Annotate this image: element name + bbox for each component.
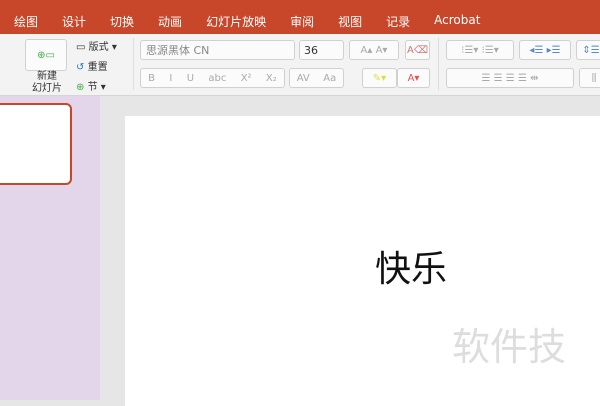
tab-animations[interactable]: 动画 xyxy=(158,13,182,30)
superscript-button[interactable]: X² xyxy=(241,73,252,84)
tab-transitions[interactable]: 切换 xyxy=(110,13,134,30)
tab-acrobat[interactable]: Acrobat xyxy=(434,13,480,30)
tab-draw[interactable]: 绘图 xyxy=(14,13,38,30)
tab-record[interactable]: 记录 xyxy=(386,13,410,30)
reset-icon: ↺ xyxy=(76,62,85,73)
spacing-buttons: AV Aa xyxy=(289,68,344,88)
tab-review[interactable]: 审阅 xyxy=(290,13,314,30)
bold-button[interactable]: B xyxy=(148,73,155,84)
new-slide-button[interactable]: ⊕▭ xyxy=(25,39,67,71)
strikethrough-button[interactable]: abc xyxy=(208,73,226,84)
font-size-select[interactable]: 36 xyxy=(299,40,344,60)
tab-view[interactable]: 视图 xyxy=(338,13,362,30)
ribbon: ⊕▭ 新建 幻灯片 ▭ 版式 ▾ ↺ 重置 ⊕ 节 ▾ 思源黑体 CN 36 A… xyxy=(0,34,600,96)
title-bar: 绘图 设计 切换 动画 幻灯片放映 审阅 视图 记录 Acrobat xyxy=(0,0,600,34)
subscript-button[interactable]: X₂ xyxy=(266,73,277,84)
tab-slideshow[interactable]: 幻灯片放映 xyxy=(206,13,266,30)
font-name-select[interactable]: 思源黑体 CN xyxy=(140,40,295,60)
indent-buttons[interactable]: ◂☰ ▸☰ xyxy=(519,40,571,60)
new-slide-icon: ⊕▭ xyxy=(37,49,55,61)
tab-design[interactable]: 设计 xyxy=(62,13,86,30)
clear-format-icon[interactable]: A⌫ xyxy=(405,40,430,60)
align-buttons[interactable]: ☰ ☰ ☰ ☰ ⇹ xyxy=(446,68,574,88)
font-size-buttons[interactable]: A▴ A▾ xyxy=(349,40,399,60)
italic-button[interactable]: I xyxy=(169,73,172,84)
change-case-button[interactable]: Aa xyxy=(323,73,336,84)
section-button[interactable]: ⊕ 节 ▾ xyxy=(76,78,106,93)
line-spacing-icon[interactable]: ⇕☰ xyxy=(576,40,600,60)
list-buttons[interactable]: ⁝☰▾ ⁝☰▾ xyxy=(446,40,514,60)
format-buttons: B I U abc X² X₂ xyxy=(140,68,285,88)
text-direction-icon[interactable]: ⫼ xyxy=(579,68,600,88)
char-spacing-button[interactable]: AV xyxy=(297,73,310,84)
watermark: 软件技 xyxy=(452,325,567,369)
slide-thumbnail[interactable] xyxy=(0,103,72,185)
slide-title[interactable]: 快乐 xyxy=(375,240,447,292)
new-slide-label: 新建 幻灯片 xyxy=(32,71,62,94)
highlight-icon[interactable]: ✎▾ xyxy=(362,68,397,88)
reset-button[interactable]: ↺ 重置 xyxy=(76,58,108,73)
ribbon-tabs: 绘图 设计 切换 动画 幻灯片放映 审阅 视图 记录 Acrobat xyxy=(0,13,490,30)
layout-button[interactable]: ▭ 版式 ▾ xyxy=(76,38,117,53)
font-color-icon[interactable]: A▾ xyxy=(397,68,430,88)
underline-button[interactable]: U xyxy=(187,73,194,84)
section-icon: ⊕ xyxy=(76,82,85,93)
